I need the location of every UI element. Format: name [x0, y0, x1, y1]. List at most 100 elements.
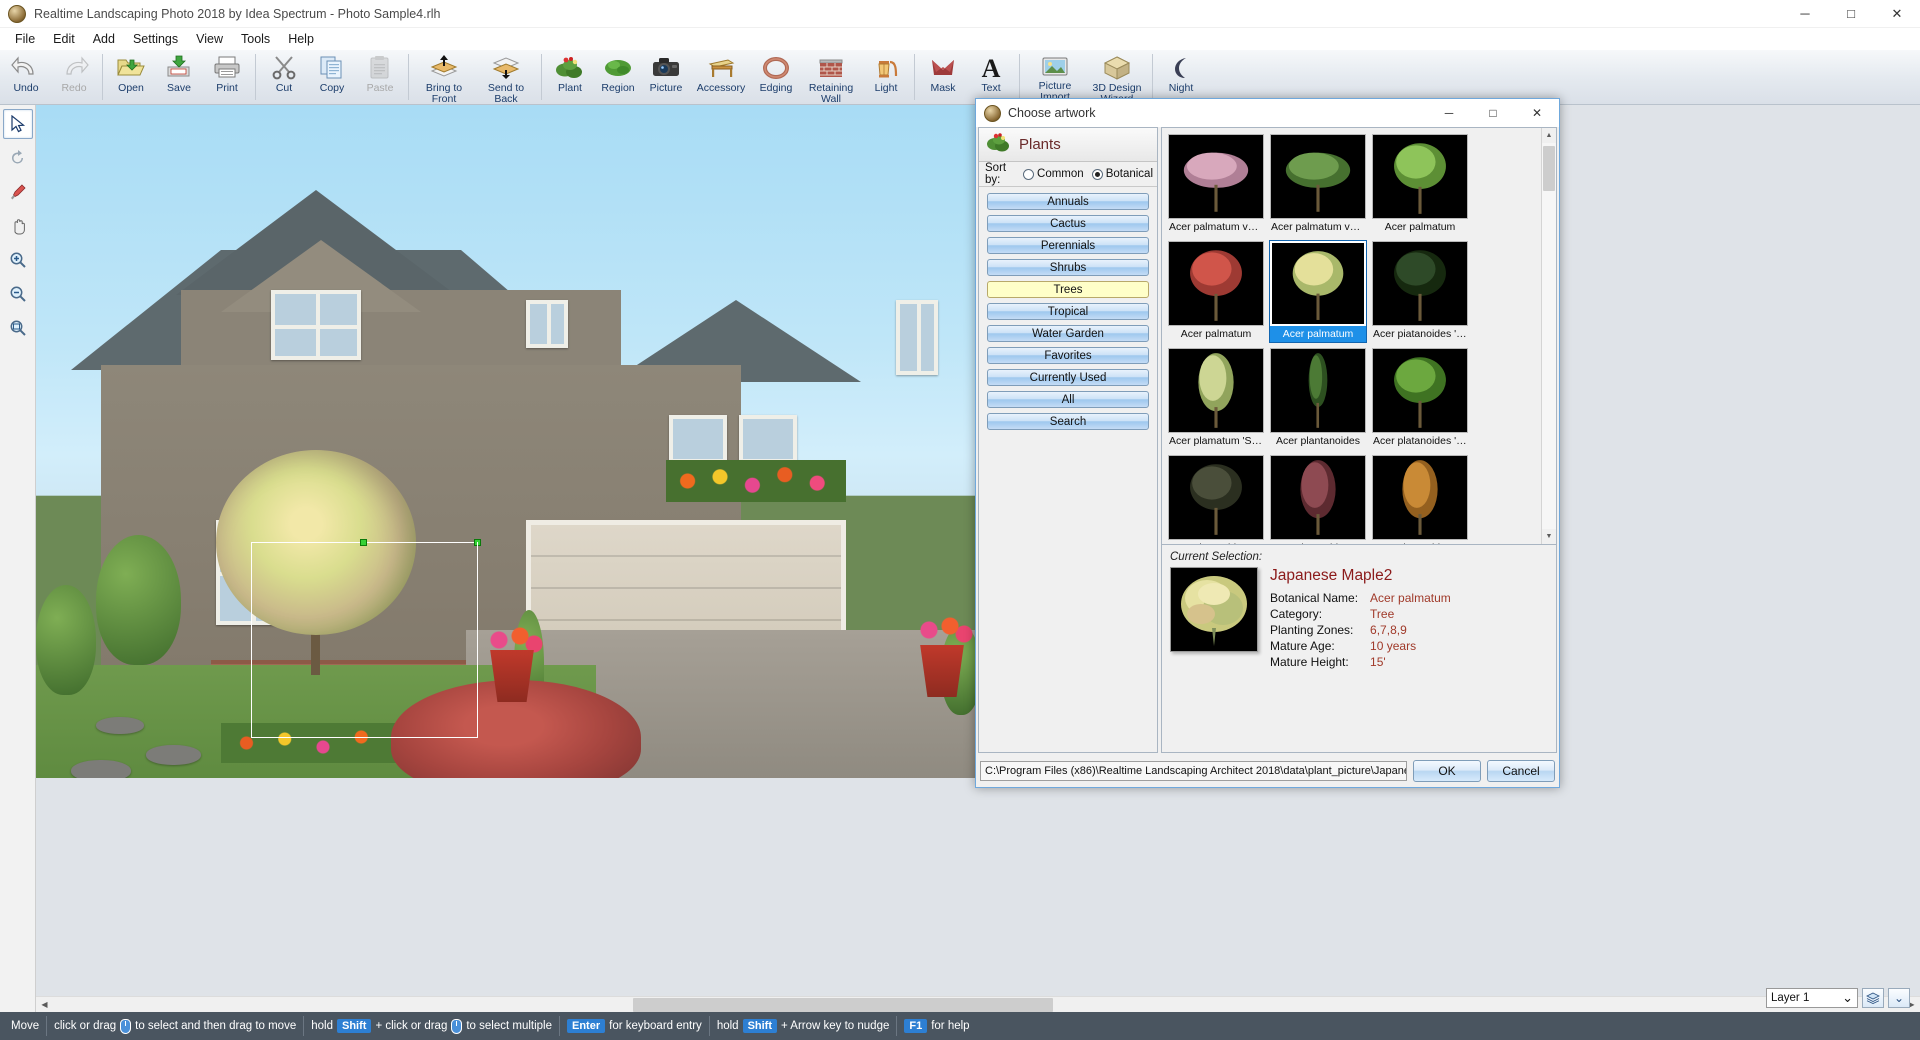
category-button-shrubs[interactable]: Shrubs [987, 259, 1149, 276]
svg-text:A: A [982, 54, 1001, 80]
radio-icon[interactable] [1023, 168, 1035, 180]
dialog-close-button[interactable]: ✕ [1515, 99, 1559, 127]
category-button-search[interactable]: Search [987, 413, 1149, 430]
menu-item-tools[interactable]: Tools [232, 30, 279, 48]
menu-item-add[interactable]: Add [84, 30, 124, 48]
category-button-perennials[interactable]: Perennials [987, 237, 1149, 254]
toolbar-button-undo[interactable]: Undo [2, 50, 50, 104]
menu-item-help[interactable]: Help [279, 30, 323, 48]
maximize-button[interactable]: □ [1828, 0, 1874, 28]
stepping-stone-1[interactable] [71, 760, 131, 778]
artwork-thumbnail[interactable]: Acer platanoides 'Col... [1371, 347, 1469, 450]
scroll-thumb[interactable] [1542, 146, 1555, 191]
category-button-water-garden[interactable]: Water Garden [987, 325, 1149, 342]
artwork-thumbnail[interactable]: Acer plantanoides [1269, 347, 1367, 450]
menu-item-file[interactable]: File [6, 30, 44, 48]
pan-hand-tool[interactable] [3, 211, 33, 241]
toolbar-button-open[interactable]: Open [107, 50, 155, 104]
artwork-thumbnail[interactable]: Acer piatanoides 'Cri... [1371, 240, 1469, 343]
scroll-left-button[interactable]: ◀ [36, 996, 53, 1013]
toolbar-button-save[interactable]: Save [155, 50, 203, 104]
toolbar-button-night[interactable]: Night [1157, 50, 1205, 104]
shrub-left-2[interactable] [36, 585, 96, 695]
rotate-tool[interactable] [3, 143, 33, 173]
selection-detail-key: Category: [1270, 607, 1323, 621]
scroll-up-button[interactable]: ▲ [1542, 128, 1557, 143]
thumbnail-vertical-scrollbar[interactable]: ▲ ▼ [1541, 128, 1556, 544]
scroll-track[interactable] [1541, 143, 1556, 529]
toolbar-button-cut[interactable]: Cut [260, 50, 308, 104]
zoom-region-tool[interactable] [3, 313, 33, 343]
menu-item-settings[interactable]: Settings [124, 30, 187, 48]
toolbar-button-mask[interactable]: Mask [919, 50, 967, 104]
stepping-stone-2[interactable] [146, 745, 201, 765]
toolbar-button-plant[interactable]: Plant [546, 50, 594, 104]
toolbar-button-send-to-back[interactable]: Send to Back [475, 50, 537, 104]
toolbar-button-picture-import-wizard[interactable]: Picture Import Wizard [1024, 50, 1086, 112]
toolbar-button-text[interactable]: A Text [967, 50, 1015, 104]
toolbar-button-edging[interactable]: Edging [752, 50, 800, 104]
sort-option-botanical[interactable]: Botanical [1091, 168, 1153, 180]
selection-detail-row: Category: Tree [1270, 606, 1451, 622]
category-button-favorites[interactable]: Favorites [987, 347, 1149, 364]
artwork-thumbnail-caption: Acer platanoides 'De... [1270, 540, 1366, 544]
camera-icon [651, 53, 681, 81]
zoom-in-tool[interactable] [3, 245, 33, 275]
save-icon [164, 53, 194, 81]
toolbar-button-bring-to-front[interactable]: Bring to Front [413, 50, 475, 104]
ok-button[interactable]: OK [1413, 760, 1481, 782]
artwork-thumbnail[interactable]: Acer platanoides 'Cri... [1167, 454, 1265, 544]
eyedropper-tool[interactable] [3, 177, 33, 207]
planter-flowers-right[interactable] [908, 610, 978, 650]
toolbar-button-accessory[interactable]: Accessory [690, 50, 752, 104]
category-button-currently-used[interactable]: Currently Used [987, 369, 1149, 386]
window-box-left [669, 415, 727, 463]
artwork-path-field[interactable]: C:\Program Files (x86)\Realtime Landscap… [980, 761, 1407, 781]
artwork-thumbnail[interactable]: Acer plamatum 'Seiryu' [1167, 347, 1265, 450]
toolbar-button-region[interactable]: Region [594, 50, 642, 104]
artwork-thumbnail[interactable]: Acer palmatum [1371, 133, 1469, 236]
menu-item-edit[interactable]: Edit [44, 30, 84, 48]
status-text: to select multiple [466, 1020, 552, 1032]
layer-select-value: Layer 1 [1771, 992, 1810, 1004]
minimize-button[interactable]: ─ [1782, 0, 1828, 28]
category-button-all[interactable]: All [987, 391, 1149, 408]
current-selection-name: Japanese Maple2 [1270, 567, 1393, 584]
artwork-thumbnail[interactable]: Acer palmatum var. di... [1269, 133, 1367, 236]
category-button-tropical[interactable]: Tropical [987, 303, 1149, 320]
landscape-photo[interactable] [36, 105, 1011, 778]
artwork-thumbnail[interactable]: Acer platanoides 'De... [1269, 454, 1367, 544]
layer-select[interactable]: Layer 1 ⌄ [1766, 988, 1858, 1008]
artwork-thumbnail[interactable]: Acer palmatum var. di... [1167, 133, 1265, 236]
artwork-thumbnail-image [1270, 455, 1366, 540]
dialog-minimize-button[interactable]: ─ [1427, 99, 1471, 127]
zoom-out-tool[interactable] [3, 279, 33, 309]
category-button-cactus[interactable]: Cactus [987, 215, 1149, 232]
toolbar-button-copy[interactable]: Copy [308, 50, 356, 104]
toolbar-button-retaining-wall[interactable]: Retaining Wall [800, 50, 862, 104]
select-arrow-tool[interactable] [2, 109, 33, 139]
toolbar-button-3d-design-wizard[interactable]: 3D Design Wizard [1086, 50, 1148, 104]
close-button[interactable]: ✕ [1874, 0, 1920, 28]
category-button-annuals[interactable]: Annuals [987, 193, 1149, 210]
dialog-maximize-button[interactable]: □ [1471, 99, 1515, 127]
layer-dropdown-button[interactable]: ⌄ [1888, 988, 1910, 1008]
canvas-horizontal-scrollbar[interactable]: ◀ ▶ [36, 996, 1920, 1013]
cancel-button[interactable]: Cancel [1487, 760, 1555, 782]
stepping-stone-3[interactable] [96, 717, 144, 734]
scroll-thumb[interactable] [633, 997, 1053, 1012]
toolbar-button-print[interactable]: Print [203, 50, 251, 104]
radio-icon[interactable] [1091, 168, 1103, 180]
menu-item-view[interactable]: View [187, 30, 232, 48]
layers-icon[interactable] [1862, 988, 1884, 1008]
shrub-left-1[interactable] [96, 535, 181, 665]
toolbar-button-picture[interactable]: Picture [642, 50, 690, 104]
sort-option-common[interactable]: Common [1023, 168, 1084, 180]
artwork-thumbnail[interactable]: Acer palmatum [1269, 240, 1367, 343]
toolbar-button-light[interactable]: Light [862, 50, 910, 104]
selected-japanese-maple[interactable] [216, 450, 416, 635]
artwork-thumbnail[interactable]: Acer platanoides 'Pri... [1371, 454, 1469, 544]
scroll-down-button[interactable]: ▼ [1542, 529, 1557, 544]
artwork-thumbnail[interactable]: Acer palmatum [1167, 240, 1265, 343]
category-button-trees[interactable]: Trees [987, 281, 1149, 298]
